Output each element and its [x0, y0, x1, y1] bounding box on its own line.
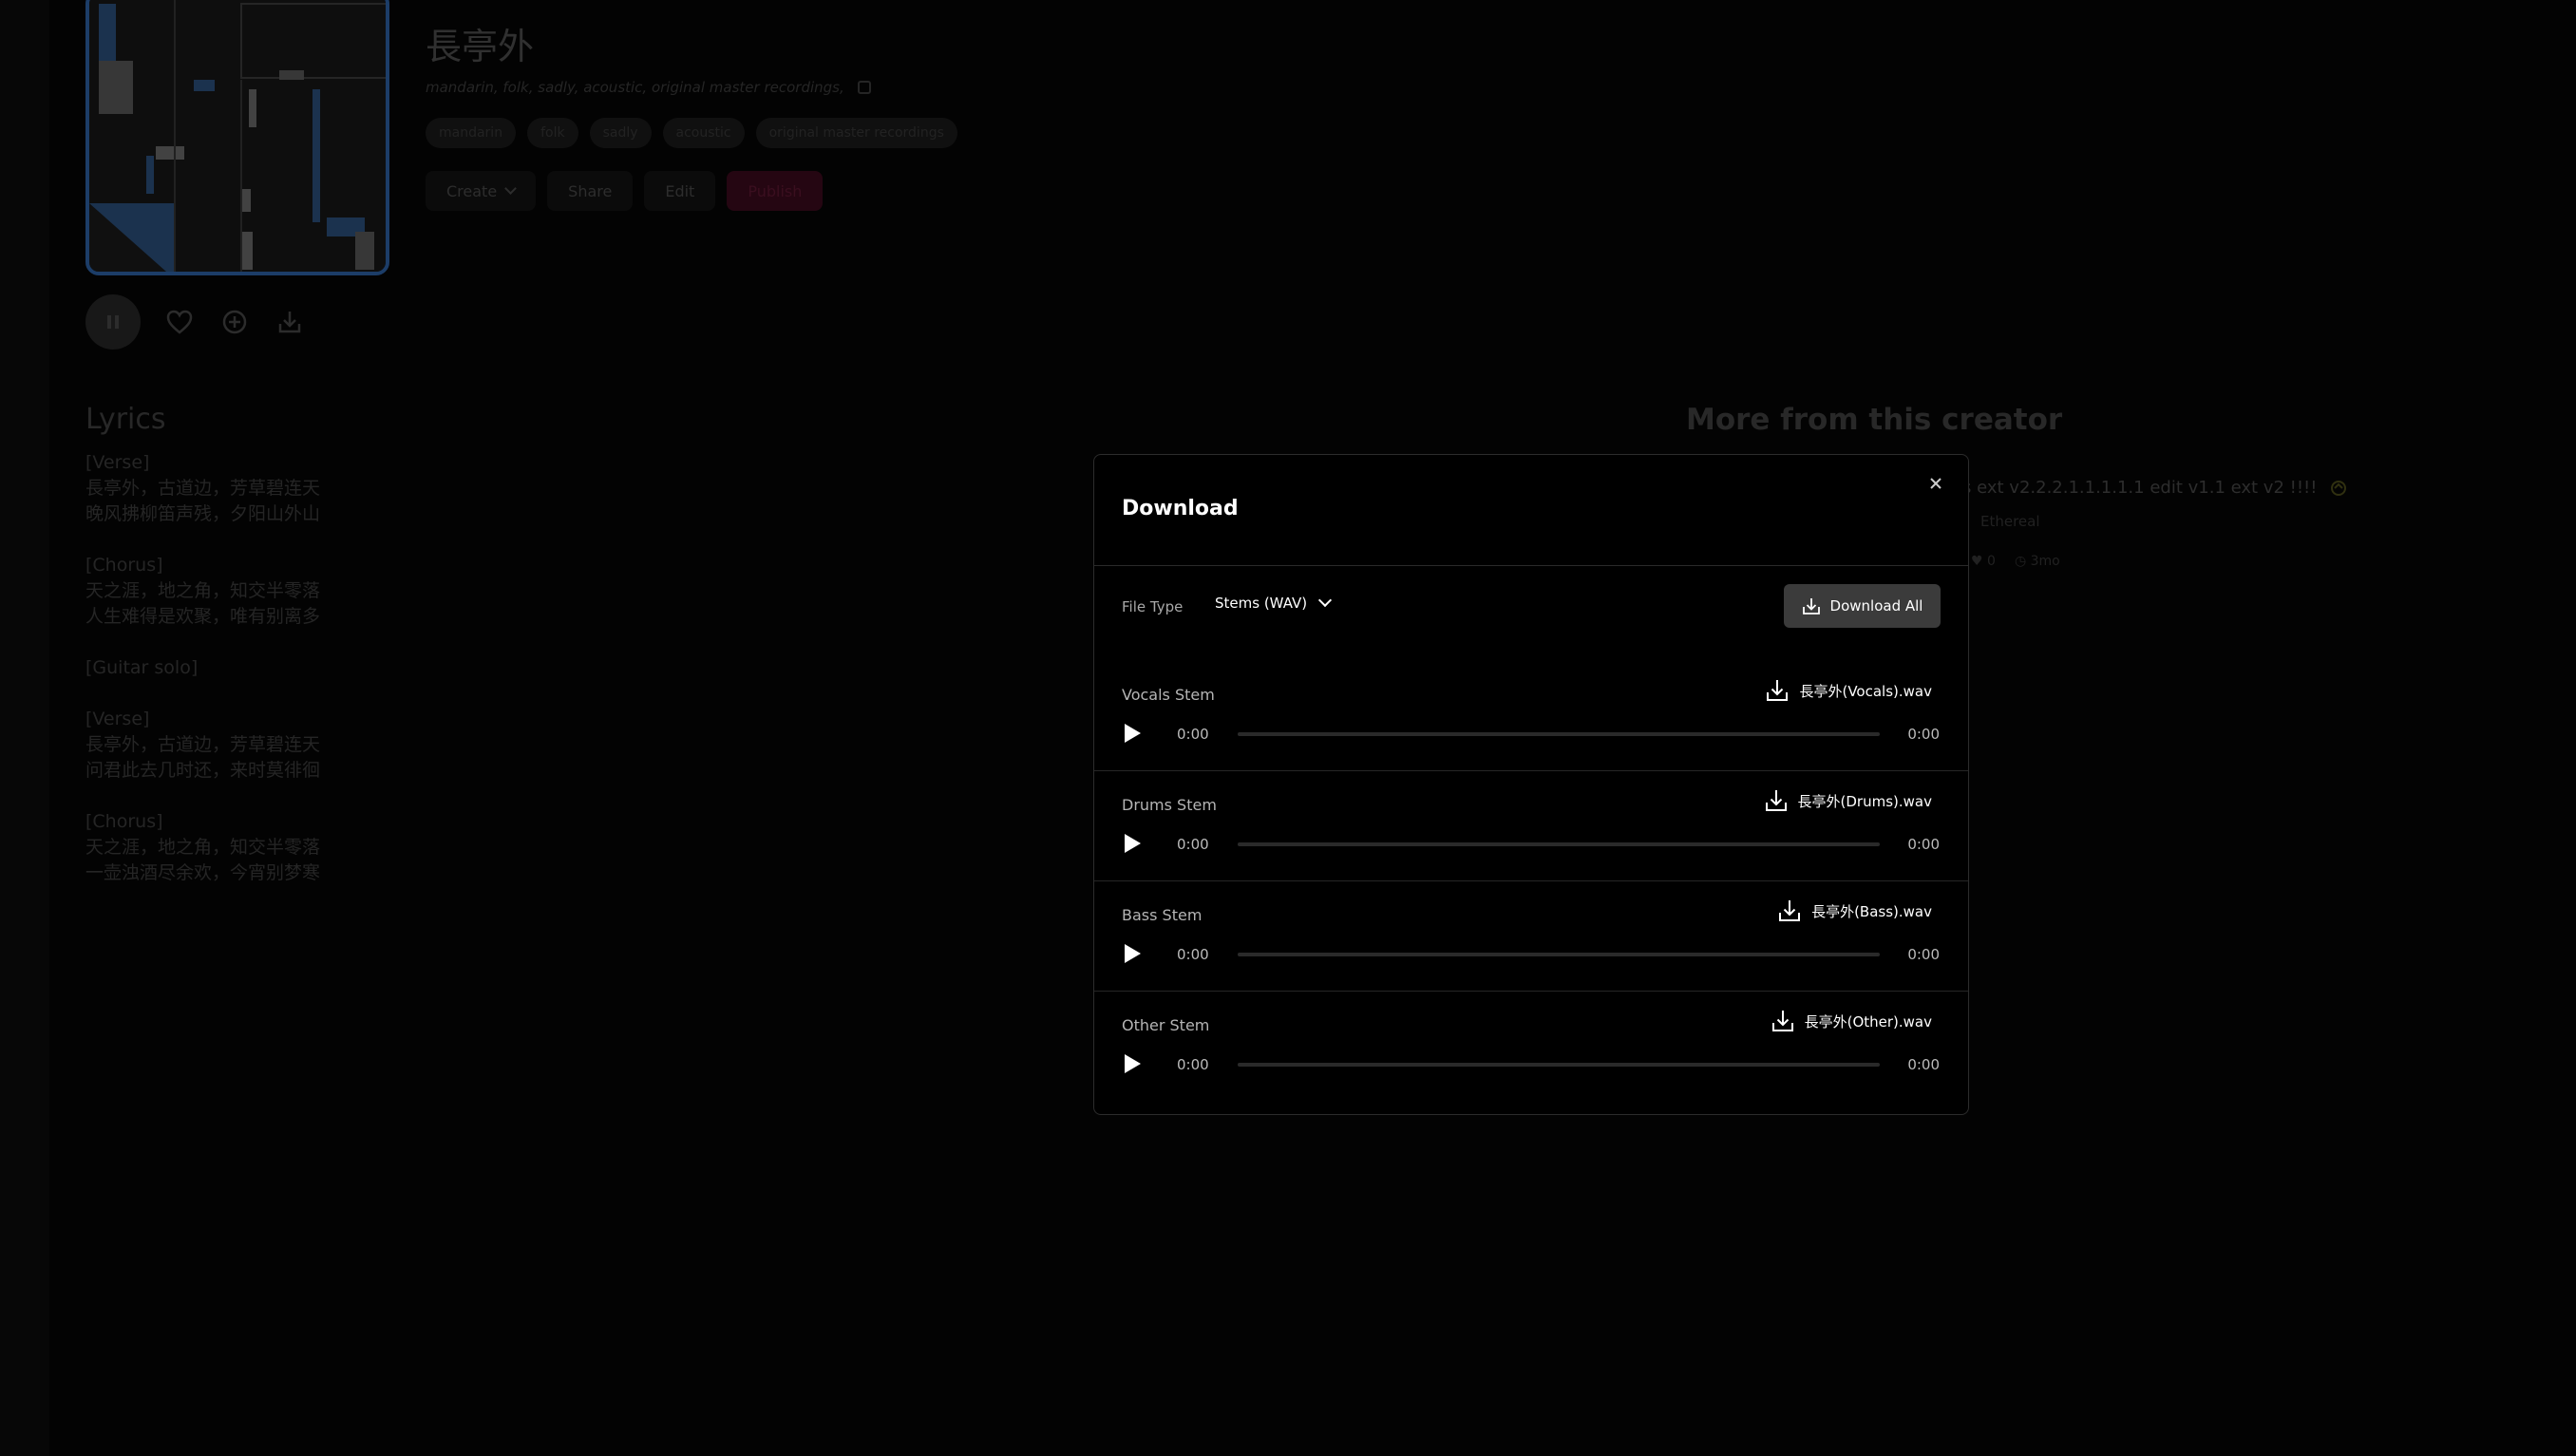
close-icon[interactable]: [1924, 472, 1947, 495]
stem-download-other[interactable]: 長亭外(Other).wav: [1771, 1009, 1932, 1033]
stem-filename: 長亭外(Bass).wav: [1811, 902, 1932, 920]
stem-name: Vocals Stem: [1122, 686, 1215, 704]
stem-time-current: 0:00: [1177, 946, 1209, 963]
stem-download-drums[interactable]: 長亭外(Drums).wav: [1764, 788, 1932, 813]
stem-time-current: 0:00: [1177, 726, 1209, 743]
file-type-value: Stems (WAV): [1215, 595, 1308, 612]
play-icon[interactable]: [1122, 832, 1143, 855]
modal-divider: [1094, 565, 1968, 566]
stem-time-duration: 0:00: [1907, 726, 1940, 743]
download-icon: [1771, 1011, 1793, 1031]
download-icon: [1779, 900, 1801, 921]
modal-title: Download: [1122, 497, 1239, 520]
stem-time-duration: 0:00: [1907, 946, 1940, 963]
stem-row-bass: Bass Stem 長亭外(Bass).wav 0:00 0:00: [1094, 881, 1968, 992]
stem-time-current: 0:00: [1177, 1056, 1209, 1073]
download-modal: Download File Type Stems (WAV) Download …: [1093, 454, 1969, 1115]
stem-download-bass[interactable]: 長亭外(Bass).wav: [1777, 898, 1932, 923]
stem-filename: 長亭外(Other).wav: [1804, 1012, 1932, 1031]
stem-filename: 長亭外(Drums).wav: [1797, 792, 1932, 810]
stem-row-vocals: Vocals Stem 長亭外(Vocals).wav 0:00 0:00: [1094, 661, 1968, 771]
stem-time-duration: 0:00: [1907, 836, 1940, 853]
stem-progress-track[interactable]: [1238, 842, 1880, 846]
stem-row-drums: Drums Stem 長亭外(Drums).wav 0:00 0:00: [1094, 771, 1968, 881]
stem-name: Drums Stem: [1122, 796, 1217, 814]
play-icon[interactable]: [1122, 722, 1143, 745]
download-icon: [1767, 680, 1789, 701]
stem-name: Bass Stem: [1122, 906, 1203, 924]
play-icon[interactable]: [1122, 1052, 1143, 1075]
file-type-label: File Type: [1122, 598, 1184, 615]
stem-name: Other Stem: [1122, 1016, 1210, 1034]
download-all-button[interactable]: Download All: [1784, 584, 1941, 628]
file-type-dropdown[interactable]: Stems (WAV): [1215, 593, 1333, 612]
song-page: 長亭外 mandarin, folk, sadly, acoustic, ori…: [0, 0, 2576, 1456]
stem-progress-track[interactable]: [1238, 732, 1880, 736]
download-icon: [1802, 598, 1820, 615]
stem-row-other: Other Stem 長亭外(Other).wav 0:00 0:00: [1094, 992, 1968, 1102]
chevron-down-icon: [1318, 593, 1333, 608]
stem-progress-track[interactable]: [1238, 953, 1880, 956]
stem-progress-track[interactable]: [1238, 1063, 1880, 1067]
stem-filename: 長亭外(Vocals).wav: [1799, 682, 1932, 700]
stem-download-vocals[interactable]: 長亭外(Vocals).wav: [1765, 678, 1932, 703]
download-all-label: Download All: [1829, 597, 1923, 615]
stem-time-current: 0:00: [1177, 836, 1209, 853]
download-icon: [1765, 790, 1787, 811]
stem-time-duration: 0:00: [1907, 1056, 1940, 1073]
play-icon[interactable]: [1122, 942, 1143, 965]
